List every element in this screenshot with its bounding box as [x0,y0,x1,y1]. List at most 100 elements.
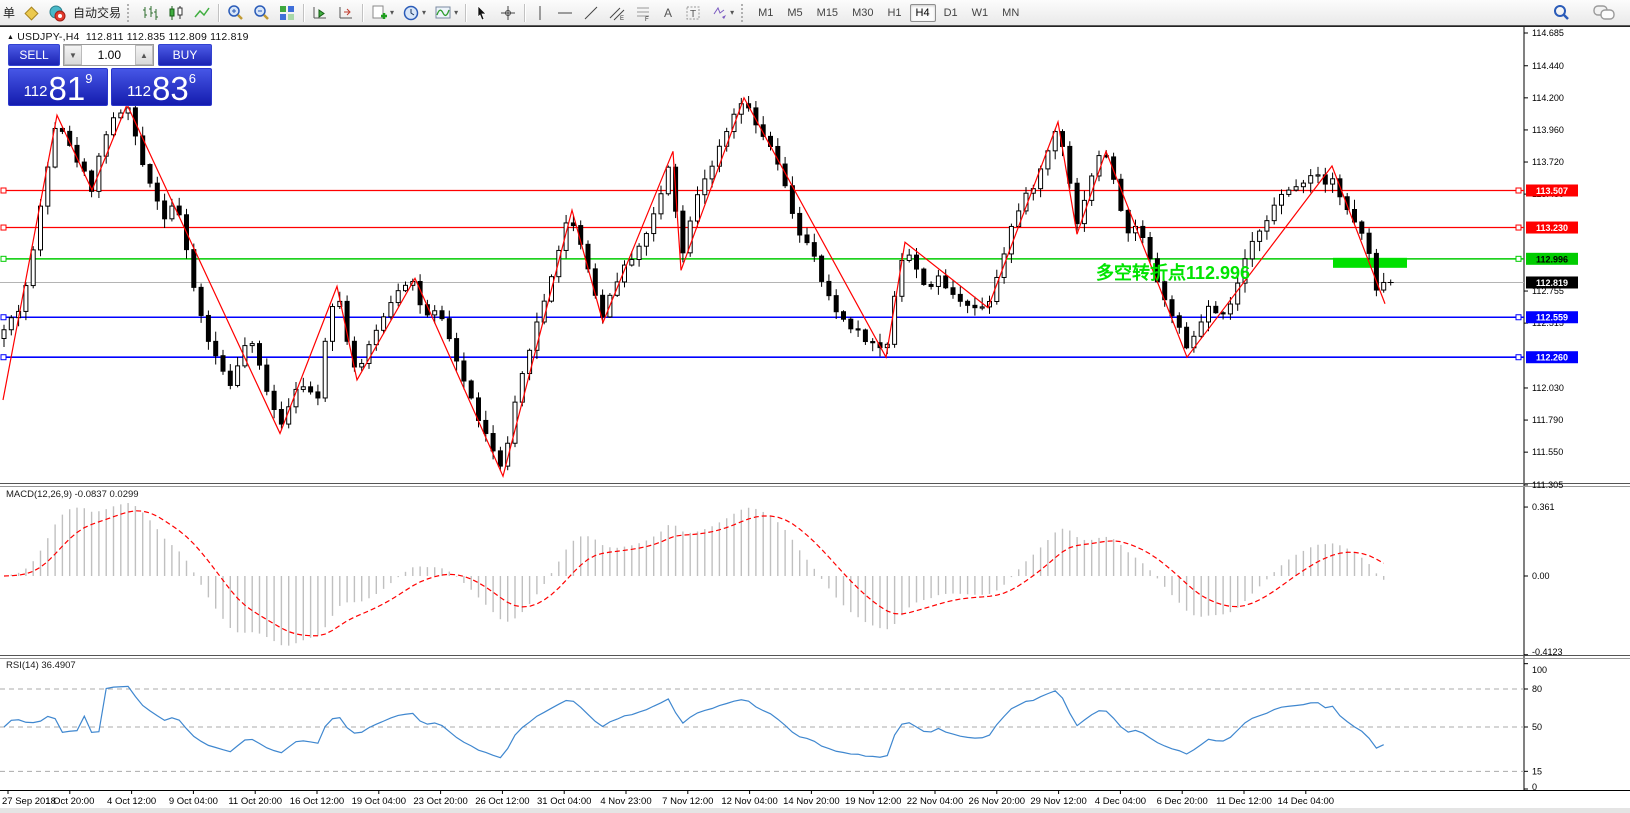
chat-icon[interactable] [1589,2,1619,23]
macd-tick: 0.00 [1532,571,1550,581]
label-icon[interactable]: T [681,2,705,23]
new-order-icon[interactable]: ▾ [367,2,397,23]
current-price-badge-text: 112.819 [1536,278,1568,288]
chart-canvas[interactable]: 114.685114.440114.200113.960113.720113.4… [0,0,1630,813]
chart-title: ▲ USDJPY-,H4 112.811 112.835 112.809 112… [7,31,249,43]
fibonacci-icon[interactable]: F [631,2,655,23]
timeframe-H1[interactable]: H1 [881,4,907,22]
time-label: 29 Nov 12:00 [1030,796,1087,807]
sell-price-box[interactable]: 112 81 9 [8,68,108,106]
price-tick: 114.440 [1532,61,1564,71]
autotrade-label[interactable]: 自动交易 [70,4,124,21]
rsi-tick: 0 [1532,782,1537,792]
svg-text:A: A [664,6,672,20]
horizontal-line-icon[interactable] [553,2,577,23]
pivot-annotation-text[interactable]: 多空转折点112.996 [1096,259,1250,285]
time-label: 4 Nov 23:00 [600,796,651,807]
timeframe-W1[interactable]: W1 [966,4,995,22]
timeframe-bar: M1M5M15M30H1H4D1W1MN [751,7,1026,19]
hline-handle [1516,188,1521,193]
timeframe-M5[interactable]: M5 [781,4,808,22]
rsi-indicator-label: RSI(14) 36.4907 [6,660,76,671]
macd-tick: 0.361 [1532,502,1555,512]
hline-handle [1516,225,1521,230]
vertical-line-icon[interactable] [529,2,551,23]
crosshair-icon[interactable] [496,2,520,23]
macd-indicator-label: MACD(12,26,9) -0.0837 0.0299 [6,489,139,500]
ohlc-values: 112.811 112.835 112.809 112.819 [86,31,249,43]
cursor-icon[interactable] [470,2,494,23]
one-click-trading-panel: SELL ▼ 1.00 ▲ BUY 112 81 9 112 83 6 [8,44,212,106]
time-label: 7 Nov 12:00 [662,796,713,807]
buy-price-sup: 6 [189,72,196,85]
rsi-tick: 80 [1532,684,1542,694]
sell-price-big: 81 [48,74,85,103]
time-label: 9 Oct 04:00 [169,796,218,807]
buy-price-box[interactable]: 112 83 6 [111,68,212,106]
price-badge-113.507-text: 113.507 [1536,186,1568,196]
time-label: 14 Dec 04:00 [1278,796,1335,807]
svg-text:E: E [620,16,624,22]
trendline-icon[interactable] [579,2,603,23]
auto-scroll-icon[interactable] [308,2,332,23]
price-badge-112.996-text: 112.996 [1536,254,1568,264]
toolbar-grip2[interactable] [741,4,748,22]
timeframe-D1[interactable]: D1 [938,4,964,22]
time-label: 16 Oct 12:00 [290,796,344,807]
indicators-icon[interactable]: ▾ [431,2,461,23]
hline-handle [1516,256,1521,261]
buy-price-prefix: 112 [127,84,151,99]
timeframe-H4[interactable]: H4 [910,4,936,22]
volume-decrease-button[interactable]: ▼ [64,45,82,65]
collapse-triangle-icon[interactable]: ▲ [7,34,14,41]
timeframe-MN[interactable]: MN [996,4,1025,22]
zoom-in-icon[interactable] [223,2,247,23]
time-label: 26 Oct 12:00 [475,796,529,807]
time-label: 19 Nov 12:00 [845,796,902,807]
timeframe-M15[interactable]: M15 [811,4,844,22]
symbol-period: USDJPY-,H4 [17,31,79,43]
price-tick: 111.550 [1532,447,1563,457]
rsi-tick: 100 [1532,665,1547,675]
rsi-tick: 15 [1532,766,1542,776]
price-tick: 111.790 [1532,415,1563,425]
autotrade-icon[interactable] [45,2,69,23]
chart-shift-icon[interactable] [334,2,358,23]
volume-increase-button[interactable]: ▲ [135,45,153,65]
time-label: 11 Oct 20:00 [228,796,282,807]
time-label: 22 Nov 04:00 [907,796,964,807]
volume-input[interactable]: 1.00 [82,45,135,65]
time-label: 26 Nov 20:00 [969,796,1026,807]
time-label: 1 Oct 20:00 [45,796,94,807]
mt4-window: 单 自动交易 [0,0,1630,813]
toolbar-grip[interactable] [127,4,134,22]
hline-handle [1516,315,1521,320]
period-clock-icon[interactable]: ▾ [399,2,429,23]
price-badge-113.230-text: 113.230 [1536,223,1568,233]
svg-text:F: F [645,17,649,22]
arrows-icon[interactable]: ▾ [707,2,737,23]
time-label: 14 Nov 20:00 [783,796,840,807]
price-tick: 113.960 [1532,125,1564,135]
timeframe-M30[interactable]: M30 [846,4,879,22]
price-tick: 112.030 [1532,383,1564,393]
search-icon[interactable] [1548,2,1574,23]
channel-icon[interactable]: E [605,2,629,23]
sell-button[interactable]: SELL [8,44,60,66]
new-order-label[interactable]: 单 [0,4,18,21]
tile-windows-icon[interactable] [275,2,299,23]
hline-handle [1,225,6,230]
hline-handle [1516,355,1521,360]
volume-spinner: ▼ 1.00 ▲ [63,44,154,66]
svg-text:T: T [690,9,696,20]
bar-chart-icon[interactable] [138,2,162,23]
order-book-icon[interactable] [19,2,43,23]
timeframe-M1[interactable]: M1 [752,4,779,22]
buy-button[interactable]: BUY [158,44,212,66]
candlestick-chart-icon[interactable] [164,2,188,23]
time-label: 23 Oct 20:00 [413,796,467,807]
price-tick: 114.200 [1532,93,1564,103]
line-chart-icon[interactable] [190,2,214,23]
text-icon[interactable]: A [657,2,679,23]
zoom-out-icon[interactable] [249,2,273,23]
